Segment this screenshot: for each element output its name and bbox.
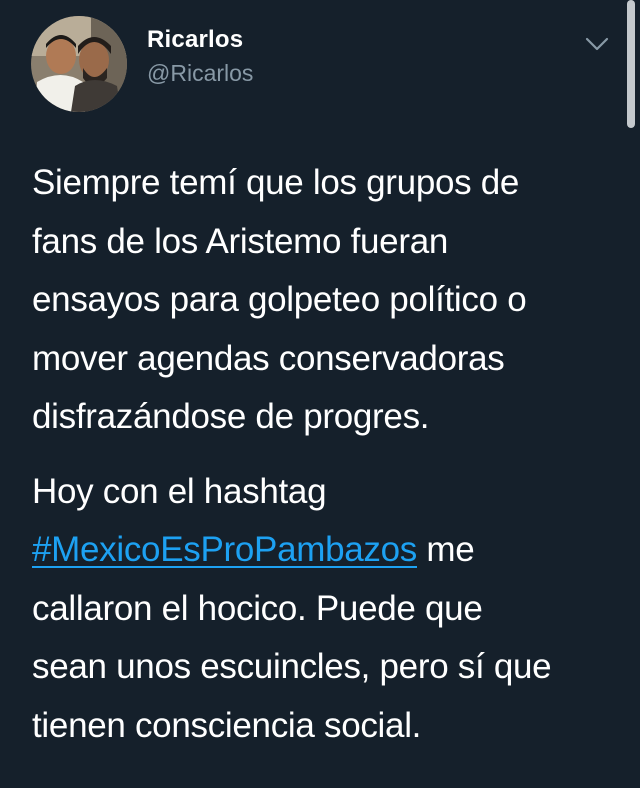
avatar-photo [31, 16, 127, 112]
tweet-line: callaron el hocico. Puede que [32, 588, 483, 628]
hashtag-link[interactable]: #MexicoEsProPambazos [32, 530, 417, 569]
tweet-paragraph: Siempre temí que los grupos de fans de l… [32, 154, 622, 447]
tweet-paragraph: Hoy con el hashtag #MexicoEsProPambazos … [32, 463, 622, 756]
tweet-line: tienen consciencia social. [32, 705, 422, 745]
display-name[interactable]: Ricarlos [147, 26, 243, 54]
tweet-line: Siempre temí que los grupos de [32, 163, 520, 202]
tweet-line: Hoy con el hashtag [32, 471, 327, 511]
user-handle[interactable]: @Ricarlos [147, 60, 253, 87]
tweet-line: mover agendas conservadoras [32, 338, 505, 378]
tweet-text: Siempre temí que los grupos de fans de l… [32, 154, 622, 755]
tweet-line: fans de los Aristemo fueran [32, 221, 449, 261]
chevron-down-icon[interactable] [584, 34, 610, 54]
tweet-line: ensayos para golpeteo político o [32, 280, 527, 319]
scrollbar[interactable] [627, 0, 635, 128]
tweet-line: sean unos escuincles, pero sí que [32, 647, 552, 686]
tweet-card: Ricarlos @Ricarlos Siempre temí que los … [0, 0, 640, 788]
avatar[interactable] [31, 16, 127, 112]
tweet-line: disfrazándose de progres. [32, 397, 430, 436]
tweet-line: me [417, 530, 475, 569]
